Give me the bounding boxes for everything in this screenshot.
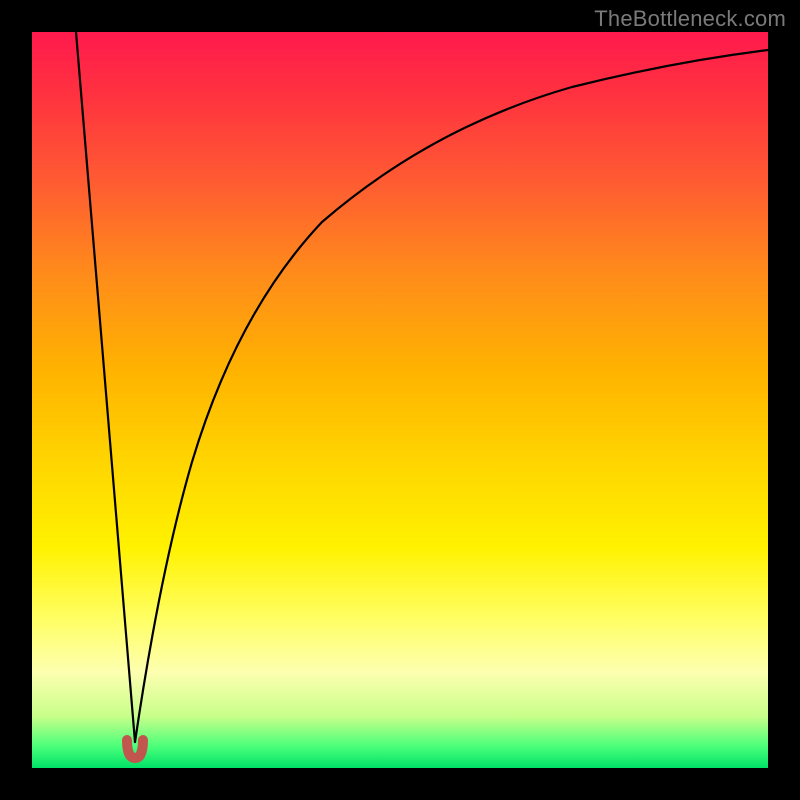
plot-area: [32, 32, 768, 768]
curve-left-branch: [76, 32, 135, 742]
bottleneck-curve-svg: [32, 32, 768, 768]
watermark-text: TheBottleneck.com: [594, 6, 786, 32]
curve-right-branch: [135, 50, 768, 742]
chart-frame: TheBottleneck.com: [0, 0, 800, 800]
